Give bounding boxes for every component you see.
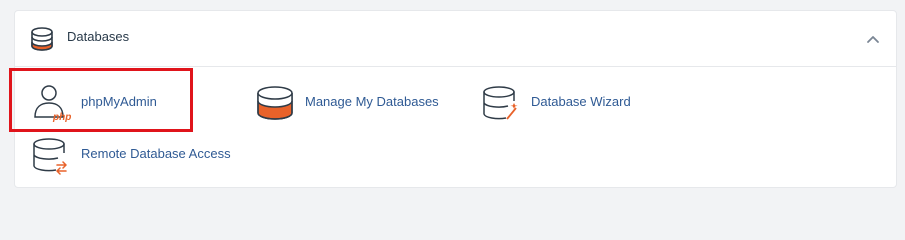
database-wizard-icon bbox=[483, 86, 518, 120]
item-label: Manage My Databases bbox=[305, 94, 439, 109]
database-icon bbox=[31, 27, 53, 51]
item-label: Remote Database Access bbox=[81, 146, 231, 161]
database-orange-icon bbox=[257, 86, 293, 120]
panel-header[interactable]: Databases bbox=[15, 11, 896, 67]
item-label: Database Wizard bbox=[531, 94, 631, 109]
remote-database-icon bbox=[33, 138, 67, 175]
databases-panel: Databases php phpMyAdmin Manage My Datab… bbox=[14, 10, 897, 188]
phpmyadmin-link[interactable]: php phpMyAdmin bbox=[31, 83, 201, 123]
phpmyadmin-user-icon: php bbox=[34, 85, 71, 123]
section-title: Databases bbox=[67, 29, 130, 44]
chevron-up-icon[interactable] bbox=[862, 28, 884, 50]
svg-text:php: php bbox=[52, 112, 71, 123]
remote-database-access-link[interactable]: Remote Database Access bbox=[31, 135, 251, 175]
database-wizard-link[interactable]: Database Wizard bbox=[481, 83, 651, 123]
manage-my-databases-link[interactable]: Manage My Databases bbox=[255, 83, 455, 123]
item-label: phpMyAdmin bbox=[81, 94, 157, 109]
